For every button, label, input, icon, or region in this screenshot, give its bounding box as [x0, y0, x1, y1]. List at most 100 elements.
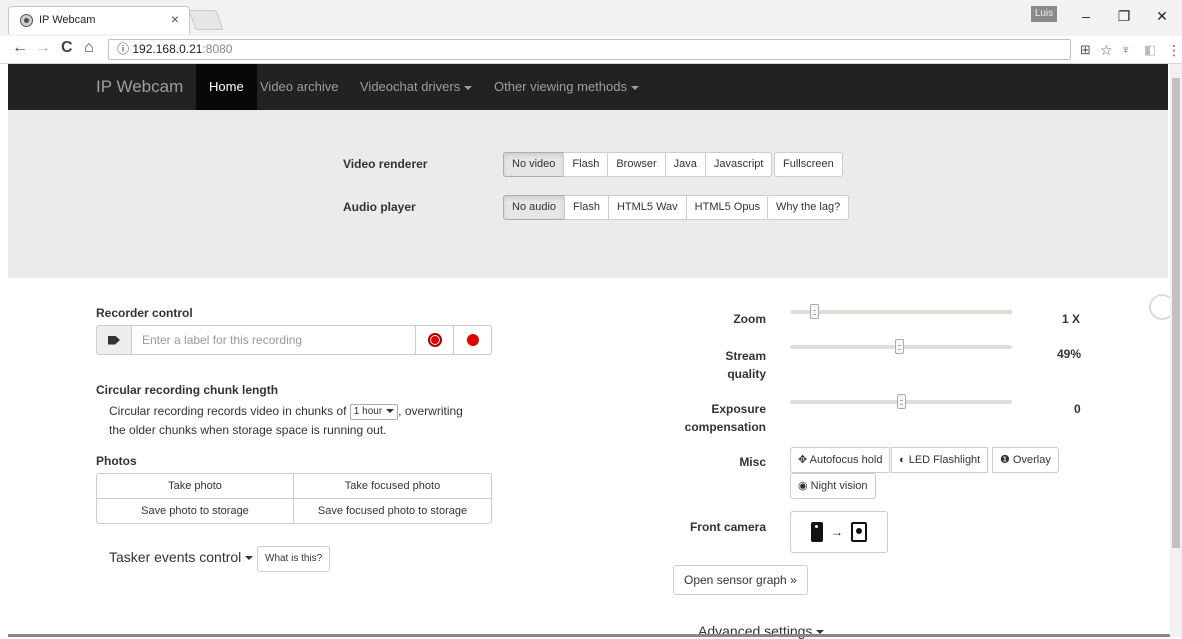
overlay-button[interactable]: ❶ Overlay	[992, 447, 1059, 473]
audio-player-group: No audio Flash HTML5 Wav HTML5 Opus	[503, 195, 770, 220]
circular-text-line2: the older chunks when storage space is r…	[109, 423, 387, 437]
reload-icon[interactable]: C	[61, 39, 73, 57]
misc-label: Misc	[739, 455, 766, 469]
audio-option-no-audio[interactable]: No audio	[503, 195, 566, 220]
video-option-flash[interactable]: Flash	[563, 152, 609, 177]
dropdown-caret-icon	[630, 85, 639, 90]
window-close-button[interactable]: ✕	[1142, 4, 1182, 28]
home-icon[interactable]: ⌂	[84, 39, 94, 57]
video-option-java[interactable]: Java	[664, 152, 706, 177]
voice-extension-icon[interactable]: ♆	[1121, 42, 1131, 57]
nav-other-viewing-label: Other viewing methods	[494, 79, 627, 94]
stream-quality-label: Stream quality	[700, 347, 766, 383]
contrast-icon: ◐	[899, 454, 909, 466]
nav-other-viewing-methods[interactable]: Other viewing methods	[494, 64, 639, 110]
record-circular-button[interactable]	[415, 325, 454, 355]
recording-label-input[interactable]: Enter a label for this recording	[132, 325, 416, 355]
nav-video-archive[interactable]: Video archive	[260, 64, 339, 110]
record-ring-icon	[427, 333, 442, 347]
nav-videochat-drivers[interactable]: Videochat drivers	[360, 64, 473, 110]
zoom-value: 1 X	[1062, 312, 1081, 326]
tag-shape	[108, 335, 120, 345]
site-info-icon[interactable]: ⓘ	[117, 42, 129, 56]
video-renderer-label: Video renderer	[343, 157, 428, 171]
chunk-length-caret-icon	[386, 409, 395, 414]
what-is-this-button[interactable]: What is this?	[257, 546, 331, 572]
move-arrows-icon: ✥	[798, 454, 810, 466]
top-navbar: IP Webcam Home Video archive Videochat d…	[8, 64, 1168, 110]
why-lag-button[interactable]: Why the lag?	[767, 195, 850, 220]
audio-player-label: Audio player	[343, 200, 416, 214]
record-button[interactable]	[453, 325, 492, 355]
nav-home[interactable]: Home	[196, 64, 257, 110]
address-bar-row: ← → C ⌂ ⓘ 192.168.0.21:8080 ⊞ ☆ ♆ ◧ ⋮	[0, 36, 1182, 64]
chunk-length-select[interactable]: 1 hour	[349, 403, 399, 420]
circular-text-after: , overwriting	[398, 404, 463, 418]
new-tab-button[interactable]	[188, 10, 224, 30]
tab-title: IP Webcam	[39, 14, 96, 26]
record-dot-icon	[466, 334, 479, 346]
led-flashlight-button[interactable]: ◐ LED Flashlight	[891, 447, 989, 473]
bookmark-star-icon[interactable]: ☆	[1100, 42, 1113, 59]
renderer-panel	[8, 110, 1168, 278]
tasker-events-label: Tasker events control	[109, 549, 242, 565]
browser-tab[interactable]: IP Webcam ×	[8, 6, 190, 34]
save-photo-button[interactable]: Save photo to storage	[96, 498, 294, 524]
fullscreen-button[interactable]: Fullscreen	[774, 152, 843, 177]
autofocus-hold-label: Autofocus hold	[809, 454, 883, 466]
audio-option-flash[interactable]: Flash	[564, 195, 609, 220]
url-port: :8080	[202, 42, 233, 56]
front-camera-label: Front camera	[689, 520, 766, 534]
scrollbar-thumb[interactable]	[1172, 78, 1180, 548]
circular-recording-heading: Circular recording chunk length	[96, 383, 279, 397]
url-field[interactable]: ⓘ 192.168.0.21:8080	[108, 39, 1071, 60]
save-focused-photo-button[interactable]: Save focused photo to storage	[293, 498, 492, 524]
tasker-events-toggle[interactable]: Tasker events control	[109, 549, 254, 565]
arrow-right-icon: →	[831, 525, 843, 539]
restore-button[interactable]: ❐	[1104, 4, 1144, 28]
stream-quality-label-2: quality	[727, 367, 766, 381]
tab-close-icon[interactable]: ×	[171, 11, 179, 27]
video-option-no-video[interactable]: No video	[503, 152, 565, 177]
nav-videochat-drivers-label: Videochat drivers	[360, 79, 461, 94]
recorder-control-heading: Recorder control	[96, 306, 193, 320]
tag-icon	[96, 325, 132, 355]
audio-option-html5-wav[interactable]: HTML5 Wav	[607, 195, 687, 220]
exposure-label-2: compensation	[684, 420, 766, 434]
take-focused-photo-button[interactable]: Take focused photo	[293, 473, 492, 499]
video-option-javascript[interactable]: Javascript	[704, 152, 773, 177]
zoom-slider-handle[interactable]	[810, 304, 819, 319]
webcam-favicon-icon	[21, 15, 32, 26]
stream-quality-slider-handle[interactable]	[895, 339, 904, 354]
minimize-button[interactable]: –	[1066, 4, 1106, 28]
autofocus-hold-button[interactable]: ✥ Autofocus hold	[790, 447, 891, 473]
url-host: 192.168.0.21	[132, 42, 203, 56]
zoom-label: Zoom	[733, 312, 766, 326]
exposure-label: Exposure compensation	[660, 400, 766, 436]
pdf-extension-icon[interactable]: ◧	[1144, 42, 1156, 58]
chrome-menu-icon[interactable]: ⋮	[1167, 42, 1181, 59]
exposure-slider[interactable]	[790, 394, 1012, 409]
exposure-slider-handle[interactable]	[897, 394, 906, 409]
translate-icon[interactable]: ⊞	[1080, 42, 1091, 58]
rear-camera-phone-icon	[811, 522, 823, 542]
back-icon[interactable]: ←	[12, 39, 28, 57]
info-icon: ❶	[1000, 454, 1013, 466]
forward-icon[interactable]: →	[35, 39, 51, 57]
front-camera-toggle[interactable]: →	[790, 511, 888, 553]
audio-option-html5-opus[interactable]: HTML5 Opus	[685, 195, 770, 220]
take-photo-button[interactable]: Take photo	[96, 473, 294, 499]
tasker-caret-icon	[245, 556, 254, 561]
page-scrollbar[interactable]	[1170, 64, 1182, 637]
profile-button[interactable]: Luis	[1031, 6, 1057, 22]
brand-logo[interactable]: IP Webcam	[96, 77, 183, 97]
video-option-browser[interactable]: Browser	[607, 152, 666, 177]
led-flashlight-label: LED Flashlight	[908, 454, 981, 466]
open-sensor-graph-button[interactable]: Open sensor graph »	[673, 565, 808, 595]
zoom-slider[interactable]	[790, 304, 1012, 319]
exposure-label-1: Exposure	[711, 402, 766, 416]
front-camera-phone-icon	[851, 522, 867, 542]
stream-quality-slider[interactable]	[790, 339, 1012, 354]
overlay-label: Overlay	[1012, 454, 1051, 466]
night-vision-button[interactable]: ◉ Night vision	[790, 473, 876, 499]
